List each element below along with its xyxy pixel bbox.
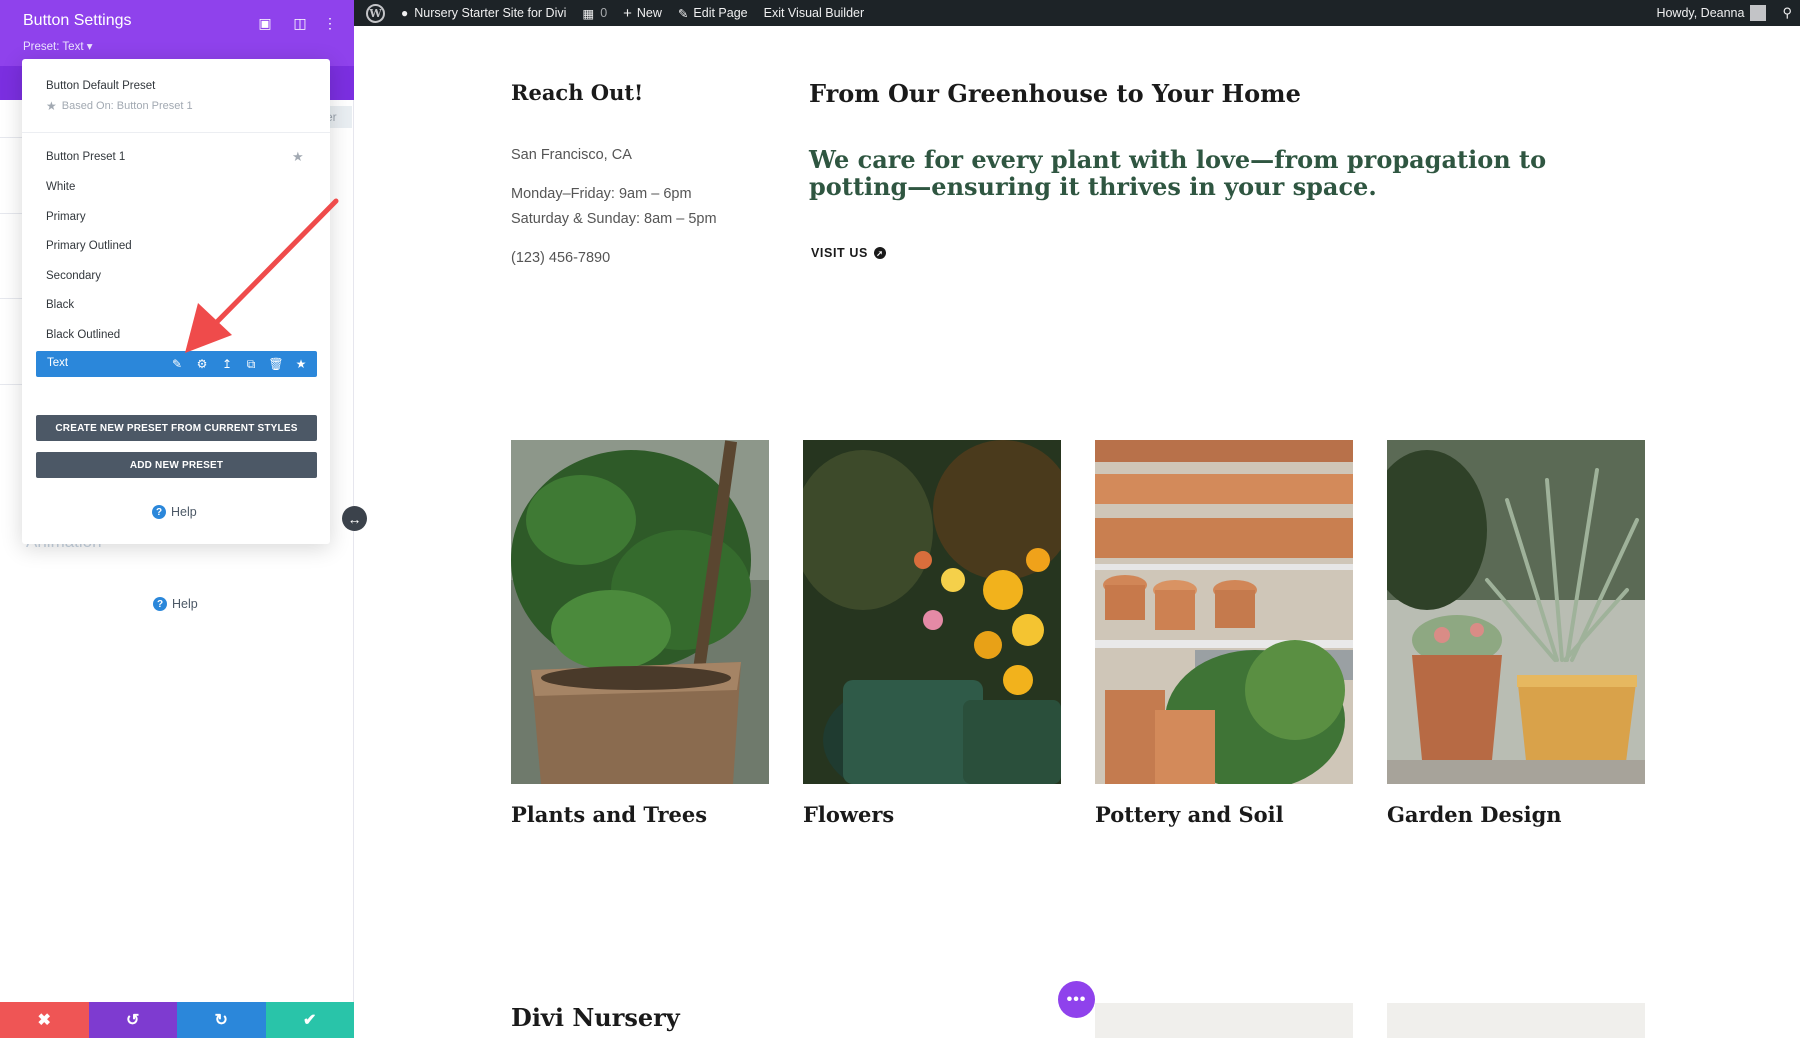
exit-builder-label: Exit Visual Builder (763, 6, 865, 20)
settings-title: Button Settings (23, 12, 132, 29)
preset-item[interactable]: Primary Outlined (46, 240, 132, 252)
create-preset-button[interactable]: CREATE NEW PRESET FROM CURRENT STYLES (36, 415, 317, 441)
greenhouse-tagline: We care for every plant with love—from p… (809, 145, 1547, 201)
export-icon[interactable]: ↥ (218, 355, 236, 373)
greeting-label: Howdy, Deanna (1656, 6, 1745, 20)
based-on-label: Based On: Button Preset 1 (61, 100, 193, 112)
plus-icon: + (623, 4, 632, 22)
preset-dropdown: Button Default Preset ★ Based On: Button… (22, 59, 330, 544)
active-preset-row[interactable]: Text ✎ ⚙ ↥ ⧉ 🗑 ★ (36, 351, 317, 377)
divider (0, 384, 22, 385)
help-icon: ? (153, 597, 167, 611)
hours-weekday-text: Monday–Friday: 9am – 6pm (511, 186, 692, 202)
greenhouse-heading: From Our Greenhouse to Your Home (809, 79, 1301, 108)
edit-page-label: Edit Page (693, 6, 748, 20)
hours-weekend-text: Saturday & Sunday: 8am – 5pm (511, 211, 717, 227)
help-label: Help (172, 597, 198, 611)
save-button[interactable]: ✔ (265, 1002, 354, 1038)
visit-us-link[interactable]: VISIT US ➚ (811, 246, 886, 260)
my-account-menu[interactable]: Howdy, Deanna (1648, 0, 1774, 26)
card-image (1387, 1003, 1645, 1038)
card-title[interactable]: Pottery and Soil (1095, 802, 1284, 827)
more-dots-icon: ••• (1066, 990, 1087, 1008)
help-icon: ? (152, 505, 166, 519)
settings-header: Button Settings Preset: Text ▾ ▣ ◫ ⋮ (0, 0, 354, 66)
undo-button[interactable]: ↺ (88, 1002, 177, 1038)
undo-icon: ↺ (126, 1012, 140, 1029)
help-link[interactable]: ? Help (153, 597, 198, 611)
divider (0, 137, 22, 138)
comments-link[interactable]: ▦ 0 (574, 0, 615, 26)
redo-icon: ↻ (214, 1012, 228, 1029)
site-name-link[interactable]: ● Nursery Starter Site for Divi (393, 0, 574, 26)
arrow-circle-icon: ➚ (873, 247, 886, 259)
cancel-button[interactable]: ✖ (0, 1002, 89, 1038)
edit-page-link[interactable]: ✎ Edit Page (670, 0, 756, 26)
card-title[interactable]: Garden Design (1387, 802, 1562, 827)
star-icon[interactable]: ★ (292, 149, 304, 165)
divider (22, 132, 330, 133)
edit-icon[interactable]: ✎ (168, 355, 186, 373)
phone-text: (123) 456-7890 (511, 250, 611, 266)
divider (0, 298, 22, 299)
location-text: San Francisco, CA (511, 147, 632, 163)
page-settings-button[interactable]: ••• (1058, 981, 1095, 1018)
plants-image[interactable] (511, 440, 769, 784)
wp-logo-menu[interactable]: W (354, 0, 393, 26)
action-bar: ✖ ↺ ↻ ✔ (0, 1002, 354, 1038)
pencil-icon: ✎ (677, 6, 689, 21)
pottery-image[interactable] (1095, 440, 1353, 784)
help-label: Help (171, 505, 197, 519)
card-image (1095, 1003, 1353, 1038)
active-preset-label: Text (47, 357, 69, 369)
card-title[interactable]: Plants and Trees (511, 802, 707, 827)
nursery-heading: Divi Nursery (511, 1003, 680, 1032)
help-link[interactable]: ? Help (152, 505, 197, 519)
new-label: New (636, 6, 662, 20)
divider (0, 213, 22, 214)
garden-design-image[interactable] (1387, 440, 1645, 784)
flowers-image[interactable] (803, 440, 1061, 784)
preset-item[interactable]: White (46, 181, 75, 193)
new-content-link[interactable]: + New (615, 0, 670, 26)
preset-item[interactable]: Secondary (46, 270, 101, 282)
close-icon: ✖ (37, 1012, 51, 1029)
preset-item[interactable]: Black Outlined (46, 329, 120, 341)
site-name-label: Nursery Starter Site for Divi (414, 6, 567, 20)
resize-handle[interactable]: ↔ (342, 506, 367, 531)
preset-item[interactable]: Black (46, 299, 74, 311)
visit-us-label: VISIT US (811, 246, 868, 260)
star-icon: ★ (46, 99, 57, 113)
gear-icon[interactable]: ⚙ (193, 355, 211, 373)
exit-visual-builder-link[interactable]: Exit Visual Builder (756, 0, 873, 26)
duplicate-icon[interactable]: ⧉ (242, 355, 260, 373)
comment-icon: ▦ (582, 6, 595, 21)
card-title[interactable]: Flowers (803, 802, 894, 827)
search-button[interactable]: ⚲ (1774, 0, 1800, 26)
star-icon[interactable]: ★ (292, 355, 310, 373)
avatar (1750, 5, 1767, 21)
preset-item[interactable]: Button Preset 1 (46, 151, 125, 163)
add-preset-button[interactable]: ADD NEW PRESET (36, 452, 317, 478)
preset-selector[interactable]: Preset: Text ▾ (23, 39, 92, 53)
dashboard-icon: ● (401, 6, 409, 20)
trash-icon[interactable]: 🗑 (267, 355, 285, 373)
reach-out-heading: Reach Out! (511, 80, 644, 105)
comments-count: 0 (600, 6, 608, 20)
fullscreen-icon[interactable]: ▣ (255, 13, 275, 33)
preset-item[interactable]: Primary (46, 211, 86, 223)
based-on-note: ★ Based On: Button Preset 1 (46, 99, 193, 113)
check-icon: ✔ (303, 1012, 317, 1029)
wordpress-logo-icon: W (366, 3, 385, 23)
layout-toggle-icon[interactable]: ◫ (290, 13, 310, 33)
more-options-icon[interactable]: ⋮ (320, 13, 340, 33)
search-icon: ⚲ (1782, 5, 1792, 20)
default-preset-item[interactable]: Button Default Preset (46, 80, 155, 92)
horizontal-arrows-icon: ↔ (347, 510, 362, 527)
redo-button[interactable]: ↻ (177, 1002, 266, 1038)
